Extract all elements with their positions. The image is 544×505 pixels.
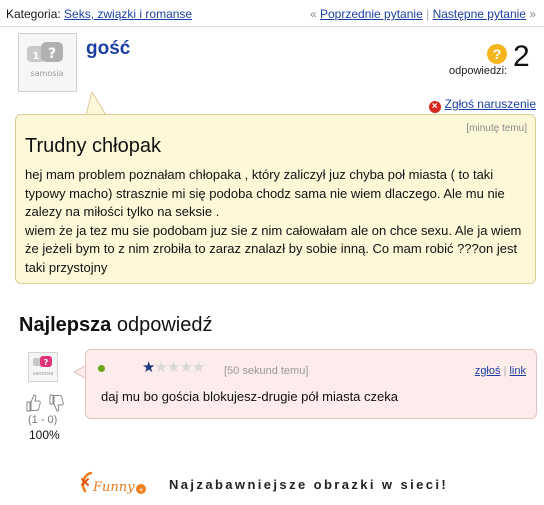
answerer-avatar[interactable]: ? samosia xyxy=(28,352,58,382)
best-answer-heading: Najlepsza odpowiedź xyxy=(19,314,212,337)
footer-slogan: Najzabawniejsze obrazki w sieci! xyxy=(169,477,449,492)
answer-box: ★★★★★ [50 sekund temu] zgłoś | link daj … xyxy=(85,349,537,419)
question-box: [minutę temu] Trudny chłopak hej mam pro… xyxy=(15,114,536,284)
next-question-link[interactable]: Następne pytanie xyxy=(433,7,526,21)
asker-avatar-text: samosia xyxy=(30,69,63,78)
rating-star-icon[interactable]: ★ xyxy=(192,359,205,376)
online-status-dot xyxy=(98,365,105,372)
question-mark-icon: ? xyxy=(487,44,507,64)
rating-star-icon[interactable]: ★ xyxy=(167,359,180,376)
samosia-logo-icon: ? samosia xyxy=(33,356,54,377)
answer-actions: zgłoś | link xyxy=(475,365,526,377)
question-paragraph: hej mam problem poznałam chłopaka , któr… xyxy=(25,167,505,219)
next-marker: » xyxy=(529,7,536,21)
nav-separator: | xyxy=(426,7,430,21)
previous-question-link[interactable]: Poprzednie pytanie xyxy=(320,7,423,21)
answer-text: daj mu bo gościa blokujesz-drugie pół mi… xyxy=(101,389,398,404)
report-answer-link[interactable]: zgłoś xyxy=(475,365,501,377)
question-title: Trudny chłopak xyxy=(25,135,161,157)
thumbs-down-icon[interactable] xyxy=(48,394,64,412)
svg-text:1: 1 xyxy=(33,51,40,62)
answerer-avatar-text: samosia xyxy=(33,371,54,377)
question-bubble-tail xyxy=(85,92,107,116)
prev-marker: « xyxy=(309,7,317,21)
question-paragraph: wiem że ja tez mu sie podobam juz sie z … xyxy=(25,222,522,275)
asker-name[interactable]: gość xyxy=(86,38,130,60)
best-answer-heading-rest: odpowiedź xyxy=(116,314,213,336)
answers-count: 2 xyxy=(513,40,530,73)
question-navigation: « Poprzednie pytanie | Następne pytanie … xyxy=(310,7,536,21)
rating-stars[interactable]: ★★★★★ xyxy=(142,359,205,376)
vote-count: (1 - 0) xyxy=(28,414,58,426)
report-icon: × xyxy=(428,101,441,113)
answer-permalink[interactable]: link xyxy=(509,365,526,377)
answers-label: odpowiedzi: xyxy=(449,65,508,77)
breadcrumb: Kategoria: Seks, związki i romanse xyxy=(6,7,192,21)
best-answer-heading-bold: Najlepsza xyxy=(19,314,112,336)
rating-star-icon[interactable]: ★ xyxy=(142,359,155,376)
top-bar: Kategoria: Seks, związki i romanse « Pop… xyxy=(0,0,544,27)
answer-actions-separator: | xyxy=(503,365,507,377)
svg-text:?: ? xyxy=(44,358,49,367)
breadcrumb-label: Kategoria: xyxy=(6,7,61,21)
samosia-logo-icon: ? 1 samosia xyxy=(27,42,64,78)
thumbs-up-icon[interactable] xyxy=(25,394,41,412)
report-violation-link[interactable]: Zgłoś naruszenie xyxy=(445,97,536,111)
vote-percent: 100% xyxy=(29,428,60,442)
asker-avatar[interactable]: ? 1 samosia xyxy=(18,33,77,92)
category-link[interactable]: Seks, związki i romanse xyxy=(64,7,192,21)
report-violation: × Zgłoś naruszenie xyxy=(428,97,536,113)
rating-star-icon[interactable]: ★ xyxy=(179,359,192,376)
answer-time: [50 sekund temu] xyxy=(224,365,309,377)
question-text: hej mam problem poznałam chłopaka , któr… xyxy=(25,166,525,277)
svg-text:?: ? xyxy=(48,46,56,62)
funny-logo-text: Funny xyxy=(92,480,135,495)
question-time: [minutę temu] xyxy=(466,123,527,134)
svg-text:+: + xyxy=(138,486,144,494)
funny-logo[interactable]: Funny + xyxy=(79,465,151,501)
rating-star-icon[interactable]: ★ xyxy=(154,359,167,376)
